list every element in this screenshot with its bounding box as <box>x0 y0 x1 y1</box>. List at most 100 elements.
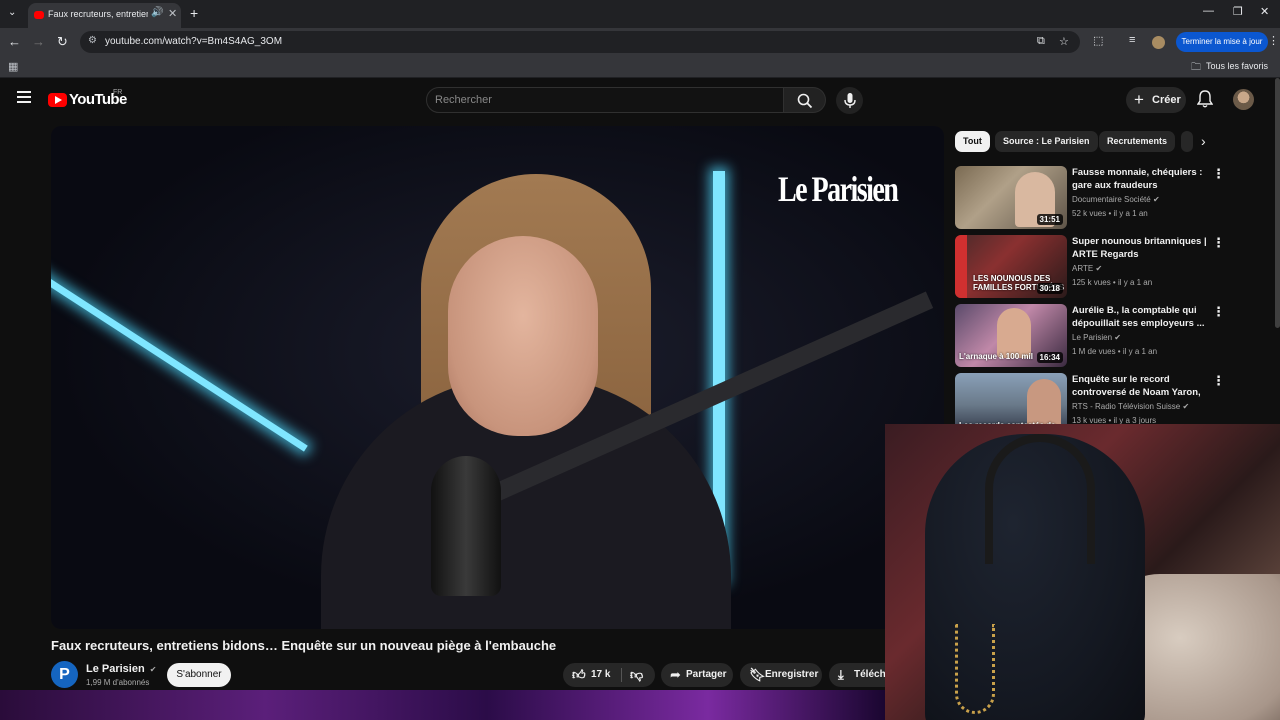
verified-icon: ✔ <box>1114 333 1121 342</box>
recommendation-meta: 1 M de vues • il y a 1 an <box>1072 347 1158 356</box>
search-box[interactable] <box>426 87 784 113</box>
recommendation-channel[interactable]: Documentaire Société ✔ <box>1072 195 1160 204</box>
webcam-overlay <box>885 424 1280 720</box>
voice-search-button[interactable] <box>836 87 863 114</box>
site-info-icon[interactable]: ⚙ <box>88 35 97 46</box>
new-tab-icon[interactable]: + <box>190 5 198 21</box>
browser-tab[interactable]: Faux recruteurs, entretiens b 🔊 ✕ <box>28 3 181 28</box>
bookmark-icon: 🔖︎ <box>749 667 766 682</box>
verified-icon: ✔ <box>1095 264 1103 273</box>
update-button[interactable]: Terminer la mise à jour <box>1176 32 1268 52</box>
chevron-right-icon[interactable]: › <box>1201 133 1206 149</box>
like-dislike-group: 👍︎ 17 k 👎︎ <box>563 663 655 687</box>
arte-band <box>955 235 967 298</box>
omnibox[interactable]: ⚙ youtube.com/watch?v=Bm4S4AG_3OM ⧉ ☆ <box>80 31 1080 53</box>
subscribe-button[interactable]: S'abonner <box>167 663 231 687</box>
chip-overflow <box>1181 131 1193 152</box>
recommendation-channel[interactable]: ARTE ✔ <box>1072 264 1102 273</box>
folder-icon: 🗀 <box>1191 62 1201 73</box>
all-bookmarks-link[interactable]: Tous les favoris <box>1206 61 1268 71</box>
save-label: Enregistrer <box>765 669 819 680</box>
video-title: Faux recruteurs, entretiens bidons… Enqu… <box>51 638 557 653</box>
window-close-icon[interactable]: ✕ <box>1260 5 1269 18</box>
reading-list-icon[interactable]: ≡ <box>1129 34 1135 46</box>
hamburger-menu-icon[interactable] <box>17 91 31 103</box>
channel-text: Le Parisien <box>1072 333 1113 342</box>
search-button[interactable] <box>784 87 826 113</box>
youtube-play-icon <box>48 93 67 107</box>
recommendation-item[interactable]: 31:51 Fausse monnaie, chéquiers : gare a… <box>955 166 1230 232</box>
account-avatar[interactable] <box>1233 89 1254 110</box>
back-icon[interactable]: ← <box>8 34 21 49</box>
webcam-headset <box>985 434 1095 564</box>
subscriber-count: 1,99 M d'abonnés <box>86 678 150 687</box>
thumbs-up-icon: 👍︎ <box>572 667 586 682</box>
video-thumbnail[interactable]: LES NOUNOUS DES FAMILLES FORTUNÉES 30:18 <box>955 235 1067 298</box>
video-duration: 31:51 <box>1036 214 1063 225</box>
forward-icon[interactable]: → <box>32 34 45 49</box>
maximize-icon[interactable]: ❐ <box>1233 5 1243 18</box>
more-options-icon[interactable]: ⋮ <box>1212 166 1225 182</box>
video-duration: 30:18 <box>1036 283 1063 294</box>
channel-text: RTS - Radio Télévision Suisse <box>1072 402 1181 411</box>
tab-list-chevron-icon[interactable]: ⌄ <box>8 7 16 18</box>
country-code: FR <box>113 89 123 96</box>
more-options-icon[interactable]: ⋮ <box>1212 235 1225 251</box>
chip-recruitment[interactable]: Recrutements <box>1099 131 1176 152</box>
bookmark-star-icon[interactable]: ☆ <box>1059 35 1069 48</box>
channel-avatar[interactable]: P <box>51 661 78 688</box>
recommendation-item[interactable]: L'arnaque à 100 mil 16:34 Aurélie B., la… <box>955 304 1230 370</box>
search-input[interactable] <box>435 92 765 108</box>
youtube-favicon-icon <box>34 11 44 19</box>
description-preview-strip <box>0 690 885 720</box>
more-options-icon[interactable]: ⋮ <box>1212 373 1225 389</box>
recommendation-title[interactable]: Fausse monnaie, chéquiers : gare aux fra… <box>1072 166 1207 192</box>
verified-icon: ✔ <box>1182 402 1190 411</box>
channel-text: Documentaire Société <box>1072 195 1151 204</box>
channel-text: ARTE <box>1072 264 1094 273</box>
extensions-icon[interactable]: ⬚ <box>1093 34 1103 47</box>
create-label: Créer <box>1152 94 1181 106</box>
share-button[interactable]: ➦ Partager <box>661 663 733 687</box>
notifications-bell-icon[interactable] <box>1197 90 1213 108</box>
create-button[interactable]: + Créer <box>1126 87 1186 113</box>
verified-icon: ✔ <box>149 665 157 674</box>
recommendation-item[interactable]: LES NOUNOUS DES FAMILLES FORTUNÉES 30:18… <box>955 235 1230 301</box>
page-scrollbar[interactable] <box>1275 78 1280 328</box>
reload-icon[interactable]: ↻ <box>57 34 68 50</box>
share-label: Partager <box>686 669 727 680</box>
youtube-header: YouTube FR + Créer <box>0 78 1280 122</box>
download-icon: ⤓ <box>838 667 844 682</box>
like-button[interactable]: 👍︎ 17 k <box>563 663 621 687</box>
dislike-button[interactable]: 👎︎ <box>623 663 655 687</box>
thumbnail-person <box>997 308 1031 358</box>
install-app-icon[interactable]: ⧉ <box>1037 35 1045 48</box>
chip-all[interactable]: Tout <box>955 131 990 152</box>
video-duration: 16:34 <box>1036 352 1063 363</box>
share-arrow-icon: ➦ <box>670 667 681 682</box>
bookmarks-bar: ▦ 🗀 Tous les favoris <box>0 56 1280 78</box>
recommendation-meta: 52 k vues • il y a 1 an <box>1072 209 1148 218</box>
save-button[interactable]: 🔖︎ Enregistrer <box>740 663 822 687</box>
video-player[interactable]: Le Parisien <box>51 126 944 629</box>
recommendation-title[interactable]: Aurélie B., la comptable qui dépouillait… <box>1072 304 1207 330</box>
chip-source[interactable]: Source : Le Parisien <box>995 131 1098 152</box>
video-thumbnail[interactable]: 31:51 <box>955 166 1067 229</box>
minimize-icon[interactable]: — <box>1203 5 1214 17</box>
recommendation-title[interactable]: Super nounous britanniques | ARTE Regard… <box>1072 235 1207 261</box>
close-tab-icon[interactable]: ✕ <box>168 7 177 20</box>
apps-grid-icon[interactable]: ▦ <box>8 60 18 73</box>
webcam-chain <box>955 624 995 714</box>
browser-menu-icon[interactable]: ⋮ <box>1268 34 1279 47</box>
microphone-icon <box>844 93 856 108</box>
recommendation-channel[interactable]: Le Parisien ✔ <box>1072 333 1121 342</box>
speaker-icon[interactable]: 🔊 <box>151 7 163 18</box>
search-icon <box>797 93 813 109</box>
more-options-icon[interactable]: ⋮ <box>1212 304 1225 320</box>
recommendation-title[interactable]: Enquête sur le record controversé de Noa… <box>1072 373 1207 399</box>
video-thumbnail[interactable]: L'arnaque à 100 mil 16:34 <box>955 304 1067 367</box>
channel-name[interactable]: Le Parisien ✔ <box>86 663 156 675</box>
profile-avatar[interactable] <box>1152 36 1165 49</box>
recommendation-channel[interactable]: RTS - Radio Télévision Suisse ✔ <box>1072 402 1189 411</box>
presenter-face <box>448 236 598 436</box>
